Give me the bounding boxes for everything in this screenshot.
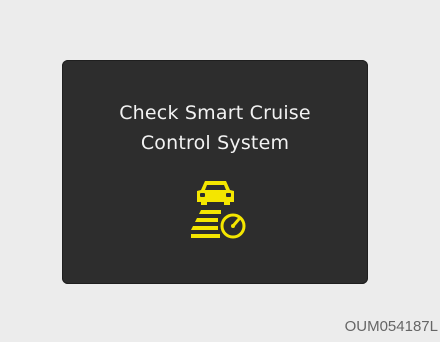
warning-message-line-1: Check Smart Cruise: [119, 102, 311, 124]
warning-message-line-2: Control System: [140, 132, 290, 154]
cluster-warning-display: Check Smart Cruise Control System: [62, 60, 368, 284]
image-reference-code: OUM054187L: [344, 318, 438, 335]
warning-message: Check Smart Cruise Control System: [62, 98, 368, 158]
smart-cruise-control-warning-icon: [191, 181, 246, 239]
